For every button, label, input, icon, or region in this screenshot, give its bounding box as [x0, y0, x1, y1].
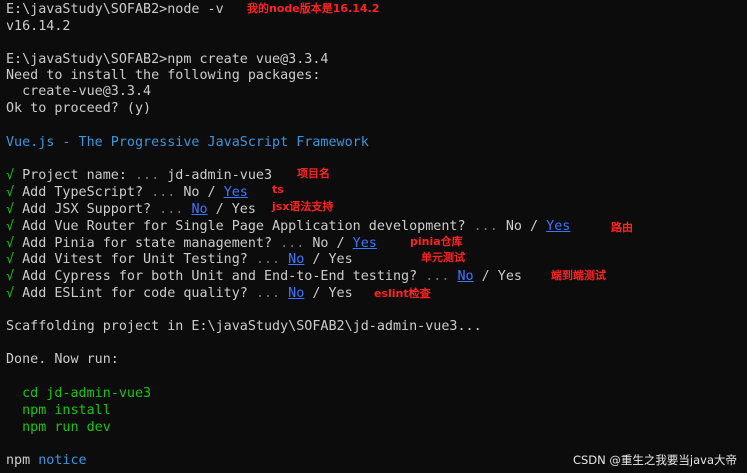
prompt-router: √ Add Vue Router for Single Page Applica…: [6, 218, 570, 235]
dots: ...: [272, 236, 313, 251]
router-annotation: 路由: [611, 221, 633, 234]
question-text: Add Cypress for both Unit and End-to-End…: [14, 269, 418, 284]
question-text: Add Pinia for state management?: [14, 236, 273, 251]
package-name: create-vue@3.3.4: [6, 84, 152, 99]
dots: ...: [417, 269, 458, 284]
check-icon: √: [6, 236, 15, 251]
answer-project-name: jd-admin-vue3: [167, 168, 273, 183]
prompt-path: E:\javaStudy\SOFAB2>: [6, 52, 168, 67]
dots: ...: [151, 202, 192, 217]
check-icon: √: [6, 269, 15, 284]
option-yes-selected: Yes: [223, 185, 248, 200]
question-text: Add Vue Router for Single Page Applicati…: [14, 219, 466, 234]
next-command-dev: npm run dev: [6, 420, 111, 435]
cypress-annotation: 端到端测试: [551, 269, 606, 282]
npm-notice-line: npm notice: [6, 452, 87, 469]
option-yes: Yes: [231, 202, 256, 217]
prompt-typescript: √ Add TypeScript? ... No / Yes: [6, 184, 248, 201]
separator: /: [304, 286, 329, 301]
question-text: Add ESLint for code quality?: [14, 286, 248, 301]
option-yes-selected: Yes: [546, 219, 571, 234]
question-text: Add Vitest for Unit Testing?: [14, 252, 248, 267]
framework-banner: Vue.js - The Progressive JavaScript Fram…: [6, 135, 369, 150]
check-icon: √: [6, 286, 15, 301]
dots: ...: [247, 286, 289, 301]
dots: ...: [126, 168, 168, 183]
npm-label: npm: [6, 453, 31, 468]
option-no-selected: No: [288, 252, 305, 267]
prompt-pinia: √ Add Pinia for state management? ... No…: [6, 235, 377, 252]
prompt-cypress: √ Add Cypress for both Unit and End-to-E…: [6, 268, 522, 285]
check-icon: √: [6, 252, 15, 267]
separator: /: [199, 185, 224, 200]
prompt-project-name: √ Project name: ... jd-admin-vue3: [6, 167, 272, 184]
done-message: Done. Now run:: [6, 352, 119, 367]
dots: ...: [465, 219, 506, 234]
eslint-annotation: eslint检查: [374, 287, 431, 300]
dots: ...: [143, 185, 184, 200]
option-yes-selected: Yes: [352, 236, 377, 251]
vitest-annotation: 单元测试: [421, 251, 465, 264]
option-no-selected: No: [288, 286, 305, 301]
separator: /: [304, 252, 329, 267]
next-command-install: npm install: [6, 403, 111, 418]
typescript-annotation: ts: [272, 183, 284, 196]
check-icon: √: [6, 202, 15, 217]
terminal-window[interactable]: E:\javaStudy\SOFAB2>node -v 我的node版本是16.…: [0, 0, 747, 473]
pinia-annotation: pinia仓库: [410, 235, 463, 248]
option-no: No: [183, 185, 200, 200]
node-version-output: v16.14.2: [6, 19, 71, 34]
jsx-annotation: jsx语法支持: [272, 200, 334, 213]
option-yes: Yes: [328, 252, 353, 267]
node-version-annotation: 我的node版本是16.14.2: [247, 2, 380, 15]
option-no-selected: No: [191, 202, 208, 217]
command-text: npm create vue@3.3.4: [167, 52, 329, 67]
prompt-eslint: √ Add ESLint for code quality? ... No / …: [6, 285, 353, 302]
option-yes: Yes: [497, 269, 522, 284]
prompt-line: E:\javaStudy\SOFAB2>node -v: [6, 1, 224, 18]
option-no-selected: No: [457, 269, 474, 284]
prompt-jsx: √ Add JSX Support? ... No / Yes: [6, 201, 256, 218]
notice-label: notice: [38, 453, 87, 468]
question-text: Add TypeScript?: [14, 185, 144, 200]
option-yes: Yes: [328, 286, 353, 301]
question-text: Add JSX Support?: [14, 202, 152, 217]
dots: ...: [247, 252, 289, 267]
prompt-line: E:\javaStudy\SOFAB2>npm create vue@3.3.4: [6, 51, 329, 68]
check-icon: √: [6, 219, 15, 234]
project-name-annotation: 项目名: [297, 167, 330, 180]
prompt-path: E:\javaStudy\SOFAB2>: [6, 2, 168, 17]
option-no: No: [312, 236, 329, 251]
separator: /: [473, 269, 498, 284]
question-text: Project name:: [14, 168, 127, 183]
check-icon: √: [6, 168, 15, 183]
command-text: node -v: [167, 2, 224, 17]
csdn-watermark: CSDN @重生之我要当java大帝: [572, 453, 737, 467]
separator: /: [207, 202, 232, 217]
proceed-prompt: Ok to proceed? (y): [6, 101, 152, 116]
scaffolding-message: Scaffolding project in E:\javaStudy\SOFA…: [6, 319, 482, 334]
next-command-cd: cd jd-admin-vue3: [6, 386, 152, 401]
check-icon: √: [6, 185, 15, 200]
install-notice: Need to install the following packages:: [6, 68, 321, 83]
option-no: No: [505, 219, 522, 234]
prompt-vitest: √ Add Vitest for Unit Testing? ... No / …: [6, 251, 353, 268]
separator: /: [328, 236, 353, 251]
separator: /: [521, 219, 547, 234]
